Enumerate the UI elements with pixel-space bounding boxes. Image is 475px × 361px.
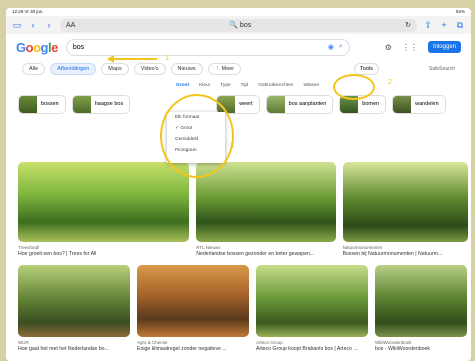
url-text: bos	[239, 22, 252, 29]
result-title[interactable]: Hoe groeit een bos? | Trees for All	[18, 251, 189, 257]
browser-window: 12:29 Vr 30 jun. 82% ▭ ‹ › AA 🔍 bos ↻ ⇪ …	[6, 8, 471, 361]
result-image[interactable]	[196, 162, 336, 242]
status-time: 12:29	[12, 9, 24, 14]
tab-maps[interactable]: Maps	[101, 63, 129, 75]
chip-bos-aanplanten[interactable]: bos aanplanten	[265, 94, 334, 114]
result-source: Agro & Chemie	[137, 340, 168, 345]
chip-label: wandelen	[415, 101, 439, 107]
result-card[interactable]: WUR Hoe gaat het met het Nederlandse bo.…	[18, 265, 130, 352]
filter-type[interactable]: Type	[220, 83, 230, 88]
status-date: Vr 30 jun.	[24, 9, 44, 14]
annotation-circle-size	[160, 94, 234, 178]
result-image[interactable]	[18, 265, 130, 337]
new-tab-icon[interactable]: +	[439, 20, 449, 30]
result-title[interactable]: Nederlandse bossen gezonder en beter gew…	[196, 251, 335, 257]
battery-indicator: 82%	[455, 9, 465, 14]
result-title[interactable]: bos - WikiWoordenboek	[375, 346, 467, 352]
camera-search-icon[interactable]: ◉	[328, 43, 334, 51]
browser-toolbar: ▭ ‹ › AA 🔍 bos ↻ ⇪ + ⧉	[6, 16, 471, 34]
result-card[interactable]: Agro & Chemie Enige klimaatregel zonder …	[137, 265, 249, 352]
result-title[interactable]: Enige klimaatregel zonder negatieve ...	[137, 346, 249, 352]
chip-label: bossen	[41, 101, 59, 107]
result-image[interactable]	[342, 162, 468, 242]
apps-grid-icon[interactable]: ⋮⋮	[402, 43, 418, 52]
chip-label: weert	[239, 101, 253, 107]
image-results: Treesforall Hoe groeit een bos? | Trees …	[18, 162, 468, 360]
result-card[interactable]: Treesforall Hoe groeit een bos? | Trees …	[18, 162, 190, 257]
address-bar[interactable]: AA 🔍 bos ↻	[60, 18, 417, 32]
result-title[interactable]: Arteco Group koopt Brabants bos | Arteco…	[256, 346, 368, 352]
result-image[interactable]	[137, 265, 249, 337]
google-header: Google bos ◉ ⌕ ⚙ ⋮⋮ Inloggen	[6, 34, 471, 60]
reload-icon[interactable]: ↻	[405, 21, 411, 29]
tab-news[interactable]: Nieuws	[170, 63, 203, 75]
tab-images[interactable]: Afbeeldingen	[50, 63, 97, 75]
result-image[interactable]	[375, 265, 467, 337]
chip-label: bomen	[362, 101, 380, 107]
result-source: Treesforall	[18, 245, 40, 250]
result-card[interactable]: RTL Nieuws Nederlandse bossen gezonder e…	[196, 162, 336, 257]
filter-rights[interactable]: Gebruiksrechten	[258, 83, 293, 88]
reader-aa-button[interactable]: AA	[66, 22, 75, 29]
result-title[interactable]: Bossen bij Natuurmonumenten | Natuurm...	[343, 251, 468, 257]
result-title[interactable]: Hoe gaat het met het Nederlandse bo...	[18, 346, 130, 352]
search-query: bos	[72, 43, 85, 51]
chip-haagse-bos[interactable]: haagse bos	[71, 94, 131, 114]
related-chips: bossen haagse bos weert bos aanplanten b…	[6, 93, 471, 115]
share-icon[interactable]: ⇪	[423, 20, 433, 30]
gear-icon[interactable]: ⚙	[385, 43, 392, 52]
chip-label: haagse bos	[94, 101, 124, 107]
chip-bossen[interactable]: bossen	[18, 94, 66, 114]
result-source: WikiWoordenboek	[375, 340, 412, 345]
annotation-label-2: 2	[388, 79, 392, 86]
tab-videos[interactable]: Video's	[133, 63, 166, 75]
lock-icon: 🔍	[229, 22, 238, 29]
result-card[interactable]: WikiWoordenboek bos - WikiWoordenboek	[375, 265, 467, 352]
result-source: Arteco Group	[256, 340, 283, 345]
chip-wandelen[interactable]: wandelen	[392, 94, 446, 114]
search-input[interactable]: bos ◉ ⌕	[65, 38, 350, 56]
result-source: RTL Nieuws	[196, 245, 221, 250]
result-source: Natuurmonumenten	[342, 245, 383, 250]
chip-label: bos aanplanten	[288, 101, 327, 107]
sidebar-icon[interactable]: ▭	[12, 20, 22, 30]
annotation-arrow-1	[112, 58, 157, 60]
login-button[interactable]: Inloggen	[427, 41, 461, 53]
forward-icon[interactable]: ›	[44, 20, 54, 30]
result-image[interactable]	[256, 265, 368, 337]
tab-all[interactable]: Alle	[22, 63, 46, 75]
result-card[interactable]: Arteco Group Arteco Group koopt Brabants…	[256, 265, 368, 352]
result-image[interactable]	[18, 162, 190, 242]
back-icon[interactable]: ‹	[28, 20, 38, 30]
filter-color[interactable]: Kleur	[199, 83, 210, 88]
tools-button[interactable]: Tools	[354, 63, 379, 75]
status-bar: 12:29 Vr 30 jun. 82%	[6, 8, 471, 16]
search-tabs: Alle Afbeeldingen Maps Video's Nieuws ⋮ …	[6, 60, 471, 78]
safesearch-link[interactable]: SafeSearch	[429, 66, 455, 72]
result-source: WUR	[18, 340, 29, 345]
annotation-circle-tools	[333, 74, 375, 100]
arrow-head-icon	[107, 55, 114, 63]
google-logo[interactable]: Google	[16, 40, 58, 55]
filter-bar: Groot Kleur Type Tijd Gebruiksrechten Wi…	[6, 78, 471, 93]
filter-time[interactable]: Tijd	[241, 83, 249, 88]
tab-more[interactable]: ⋮ Meer	[207, 63, 242, 75]
search-icon[interactable]: ⌕	[339, 43, 343, 51]
result-card[interactable]: Natuurmonumenten Bossen bij Natuurmonume…	[342, 162, 468, 257]
annotation-label-1: 1	[165, 55, 169, 62]
tabs-overview-icon[interactable]: ⧉	[455, 20, 465, 30]
filter-clear[interactable]: Wissen	[303, 83, 319, 88]
filter-size[interactable]: Groot	[176, 83, 189, 88]
annotation-label-3: 3	[230, 143, 234, 150]
